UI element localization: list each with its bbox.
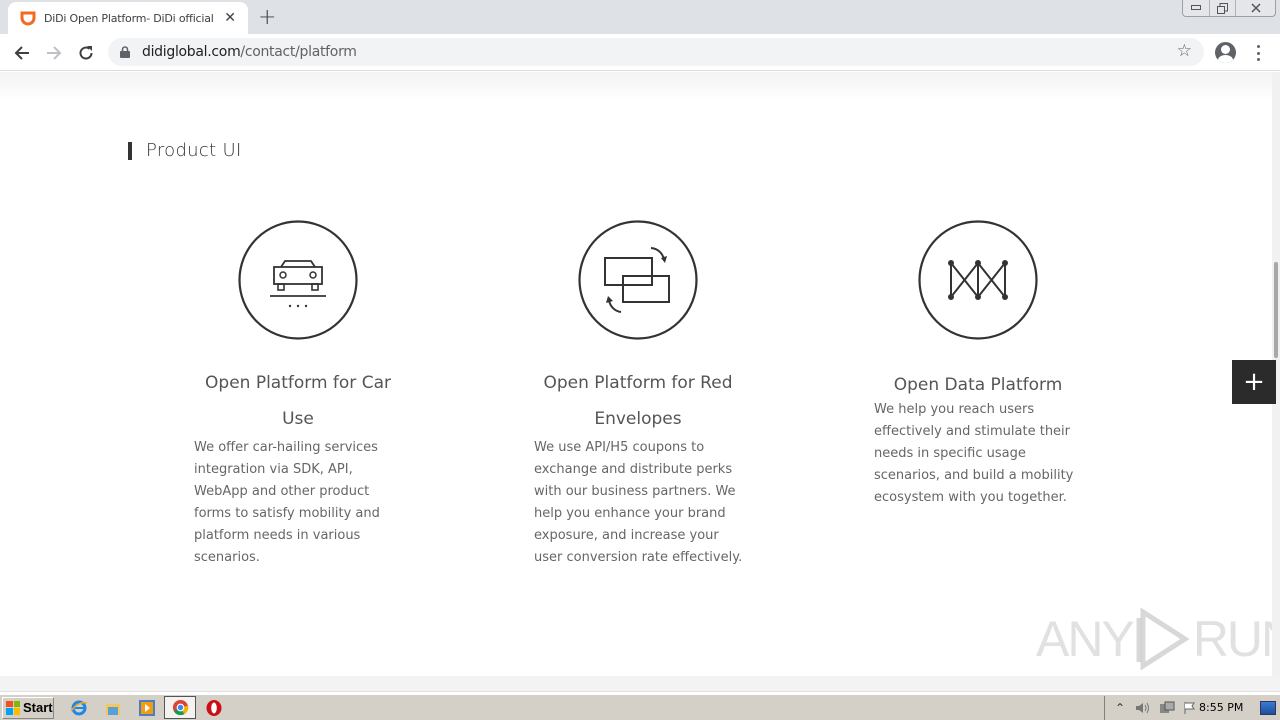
- browser-toolbar: didiglobal.com/contact/platform ☆: [0, 34, 1280, 71]
- show-desktop-button[interactable]: [1260, 701, 1276, 715]
- minimize-icon: [1191, 5, 1201, 10]
- reload-icon: [79, 46, 93, 60]
- section-header: Product UI: [128, 140, 242, 161]
- chrome-taskbar-button[interactable]: [164, 696, 196, 719]
- forward-arrow-icon: [47, 46, 62, 60]
- section-accent-bar: [128, 141, 132, 160]
- card-description: We use API/H5 coupons to exchange and di…: [534, 440, 743, 565]
- card-description: We help you reach users effectively and …: [874, 402, 1074, 505]
- url-text: didiglobal.com/contact/platform: [142, 44, 357, 60]
- tray-expand-icon[interactable]: ⌃: [1115, 701, 1125, 715]
- start-label: Start: [23, 700, 53, 715]
- page-content: Product UI Open Platform for Car Use We …: [0, 72, 1272, 676]
- watermark-right: RUN: [1192, 611, 1272, 667]
- start-button[interactable]: Start: [2, 696, 54, 719]
- product-card-car: Open Platform for Car Use We offer car-h…: [188, 220, 408, 569]
- file-explorer-icon[interactable]: [104, 699, 122, 717]
- forward-button[interactable]: [42, 41, 66, 65]
- url-path: /contact/platform: [240, 44, 357, 60]
- back-button[interactable]: [10, 41, 34, 65]
- close-icon: [1250, 3, 1261, 13]
- minimize-button[interactable]: [1183, 0, 1209, 16]
- product-card-data: Open Data Platform We help you reach use…: [868, 220, 1088, 509]
- tab-close-icon[interactable]: ✕: [224, 10, 236, 26]
- watermark-left: ANY: [1036, 611, 1135, 667]
- restore-button[interactable]: [1209, 0, 1235, 16]
- floating-plus-button[interactable]: +: [1232, 360, 1276, 404]
- browser-tab[interactable]: DiDi Open Platform- DiDi official websit…: [8, 2, 248, 34]
- play-logo-icon: [1136, 608, 1190, 670]
- windows-logo-icon: [6, 700, 20, 715]
- page-footer-strip: [0, 676, 1280, 692]
- lock-icon: [120, 46, 130, 58]
- chrome-icon: [172, 699, 189, 716]
- header-shadow: [0, 72, 1272, 100]
- product-card-red-envelopes: Open Platform for Red Envelopes We use A…: [528, 220, 748, 569]
- exchange-envelopes-icon: [578, 220, 698, 340]
- action-center-flag-icon[interactable]: [1183, 701, 1197, 715]
- address-bar[interactable]: didiglobal.com/contact/platform ☆: [108, 38, 1204, 66]
- opera-icon[interactable]: [205, 699, 223, 717]
- window-controls: [1182, 0, 1276, 17]
- reload-button[interactable]: [74, 41, 98, 65]
- card-description: We offer car-hailing services integratio…: [194, 440, 380, 565]
- browser-menu-icon[interactable]: [1250, 43, 1266, 63]
- car-icon: [238, 220, 358, 340]
- internet-explorer-icon[interactable]: [70, 699, 88, 717]
- restore-icon: [1217, 2, 1228, 14]
- anyrun-watermark: ANY RUN: [1036, 608, 1272, 670]
- windows-taskbar: Start ⌃ 8:55 PM: [0, 694, 1280, 720]
- profile-avatar-icon[interactable]: [1215, 42, 1236, 63]
- taskbar-clock[interactable]: 8:55 PM: [1199, 701, 1243, 714]
- url-domain: didiglobal.com: [142, 44, 241, 60]
- tab-title: DiDi Open Platform- DiDi official websit…: [44, 11, 214, 25]
- scrollbar-thumb[interactable]: [1274, 262, 1278, 358]
- back-arrow-icon: [14, 46, 29, 60]
- data-network-icon: [918, 220, 1038, 340]
- system-tray: ⌃ 8:55 PM: [1104, 696, 1280, 720]
- browser-tab-bar: DiDi Open Platform- DiDi official websit…: [0, 0, 1280, 34]
- new-tab-button[interactable]: +: [258, 5, 276, 30]
- network-icon[interactable]: [1159, 701, 1175, 715]
- close-window-button[interactable]: [1235, 0, 1275, 16]
- section-title: Product UI: [146, 140, 242, 161]
- card-title: Open Platform for Car Use: [205, 373, 391, 429]
- didi-favicon-icon: [20, 11, 36, 26]
- card-title: Open Data Platform: [893, 375, 1063, 395]
- volume-icon[interactable]: [1135, 701, 1151, 715]
- bookmark-star-icon[interactable]: ☆: [1177, 41, 1192, 61]
- media-player-icon[interactable]: [138, 699, 156, 717]
- card-title: Open Platform for Red Envelopes: [543, 373, 733, 429]
